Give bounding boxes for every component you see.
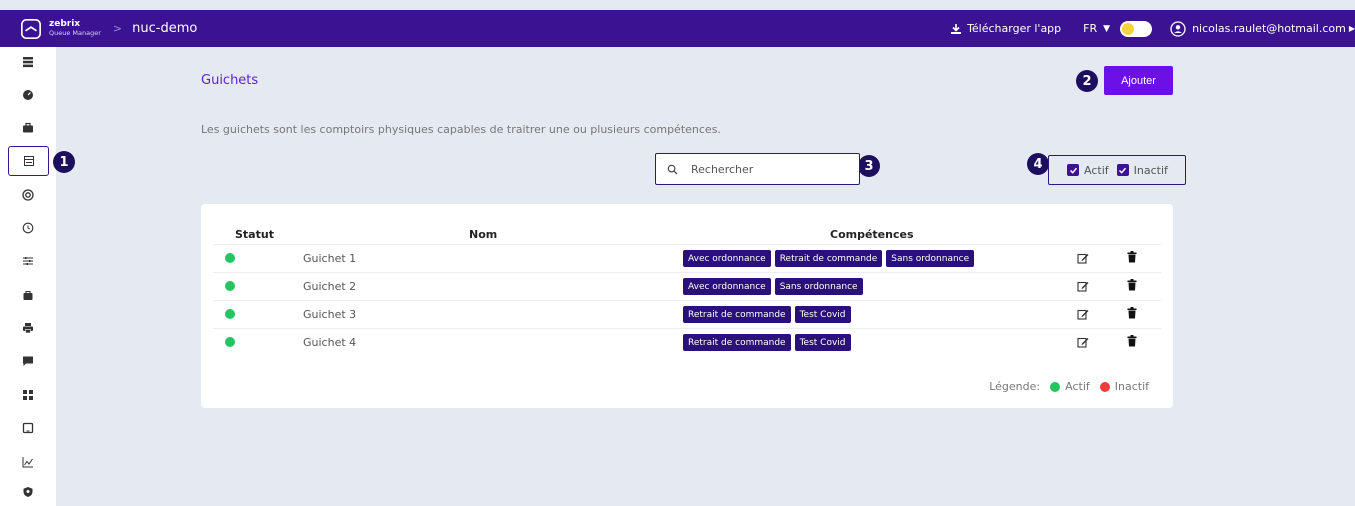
skill-tag: Retrait de commande [683, 334, 791, 351]
status-dot [225, 309, 235, 319]
skill-tag: Test Covid [794, 334, 851, 351]
chart-icon[interactable] [14, 451, 42, 473]
download-app-link[interactable]: Télécharger l'app [950, 22, 1061, 35]
skill-tag: Avec ordonnance [683, 250, 771, 267]
language-value: FR [1083, 22, 1098, 35]
chevron-down-icon: ▼ [1103, 23, 1111, 34]
message-icon[interactable] [14, 350, 42, 372]
bag-icon[interactable] [14, 284, 42, 306]
skill-tag: Sans ordonnance [886, 250, 975, 267]
skill-tag: Sans ordonnance [774, 278, 863, 295]
top-bar: zebrix Queue Manager > nuc-demo Téléchar… [0, 10, 1355, 47]
language-select[interactable]: FR ▼ [1083, 22, 1110, 35]
status-dot [225, 337, 235, 347]
add-button[interactable]: Ajouter [1104, 66, 1173, 95]
trash-icon[interactable] [1127, 251, 1137, 263]
counter-icon[interactable] [8, 146, 49, 176]
skill-tag: Retrait de commande [683, 306, 791, 323]
column-header-name[interactable]: Nom [469, 228, 497, 241]
clock-icon[interactable] [14, 217, 42, 239]
search-box [655, 153, 860, 185]
logo[interactable]: zebrix Queue Manager [20, 18, 101, 40]
edit-icon[interactable] [1077, 336, 1089, 348]
callout-badge-4: 4 [1027, 153, 1049, 175]
breadcrumb-site[interactable]: nuc-demo [132, 21, 197, 36]
user-email: nicolas.raulet@hotmail.com [1192, 22, 1346, 35]
skill-tags: Retrait de commande Test Covid [683, 334, 855, 351]
edit-icon[interactable] [1077, 252, 1089, 264]
legend-inactive-label: Inactif [1114, 380, 1149, 393]
trash-icon[interactable] [1127, 307, 1137, 319]
user-avatar-icon [1170, 20, 1186, 37]
user-menu[interactable]: nicolas.raulet@hotmail.com ▶ [1170, 20, 1355, 37]
filter-inactive-label: Inactif [1133, 163, 1168, 177]
breadcrumb-separator: > [112, 22, 123, 35]
zebrix-logo-icon [21, 18, 41, 39]
filter-active-label: Actif [1084, 163, 1109, 177]
trash-icon[interactable] [1127, 335, 1137, 347]
printer-icon[interactable] [14, 317, 42, 339]
download-icon [951, 23, 962, 34]
legend-label: Légende: [989, 380, 1041, 393]
sidebar [0, 47, 56, 506]
column-header-status[interactable]: Statut [235, 228, 274, 241]
skill-tag: Retrait de commande [774, 250, 883, 267]
caret-right-icon: ▶ [1348, 24, 1355, 33]
counter-name: Guichet 3 [303, 308, 357, 321]
column-header-skills[interactable]: Compétences [830, 228, 914, 241]
counter-name: Guichet 2 [303, 280, 357, 293]
status-filters: Actif Inactif [1048, 155, 1186, 185]
trash-icon[interactable] [1127, 279, 1137, 291]
dashboard-icon[interactable] [14, 84, 42, 106]
status-dot [225, 281, 235, 291]
page-description: Les guichets sont les comptoirs physique… [201, 123, 721, 136]
callout-badge-3: 3 [858, 155, 880, 177]
brand-subtitle: Queue Manager [49, 29, 101, 38]
briefcase-icon[interactable] [14, 117, 42, 139]
skill-tags: Avec ordonnance Retrait de commande Sans o… [683, 250, 978, 267]
brand-name: zebrix [49, 19, 81, 30]
tablet-icon[interactable] [14, 417, 42, 439]
counters-table: Statut Nom Compétences Guichet 1 Avec ord… [201, 204, 1173, 408]
status-legend: Légende: Actif Inactif [989, 380, 1149, 393]
legend-active-dot [1050, 381, 1061, 392]
search-input[interactable] [691, 162, 841, 176]
download-app-label: Télécharger l'app [967, 22, 1062, 35]
callout-badge-1: 1 [53, 151, 75, 173]
status-dot [225, 253, 235, 263]
shield-icon[interactable] [14, 481, 42, 503]
edit-icon[interactable] [1077, 280, 1089, 292]
legend-active-label: Actif [1065, 380, 1090, 393]
server-icon[interactable] [14, 51, 42, 73]
table-row: Guichet 1 Avec ordonnance Retrait de comma… [213, 244, 1161, 272]
skill-tag: Avec ordonnance [683, 278, 771, 295]
apps-icon[interactable] [14, 384, 42, 406]
checkbox-checked-icon [1067, 164, 1079, 176]
page-title: Guichets [201, 73, 259, 88]
table-row: Guichet 4 Retrait de commande Test Covid [213, 328, 1161, 356]
skill-tags: Retrait de commande Test Covid [683, 306, 855, 323]
legend-inactive-dot [1099, 381, 1110, 392]
sun-icon [1122, 22, 1135, 35]
counter-name: Guichet 4 [303, 336, 357, 349]
theme-toggle[interactable] [1120, 20, 1153, 37]
target-icon[interactable] [14, 184, 42, 206]
table-row: Guichet 3 Retrait de commande Test Covid [213, 300, 1161, 328]
filter-inactive-checkbox[interactable]: Inactif [1116, 163, 1168, 177]
filter-active-checkbox[interactable]: Actif [1067, 164, 1109, 177]
sliders-icon[interactable] [14, 250, 42, 272]
counter-name: Guichet 1 [303, 252, 357, 265]
checkbox-checked-icon [1116, 164, 1129, 176]
edit-icon[interactable] [1077, 308, 1089, 320]
search-icon [667, 164, 678, 175]
skill-tags: Avec ordonnance Sans ordonnance [683, 278, 867, 295]
skill-tag: Test Covid [794, 306, 851, 323]
table-row: Guichet 2 Avec ordonnance Sans ordonnance [213, 272, 1161, 300]
callout-badge-2: 2 [1076, 70, 1098, 92]
